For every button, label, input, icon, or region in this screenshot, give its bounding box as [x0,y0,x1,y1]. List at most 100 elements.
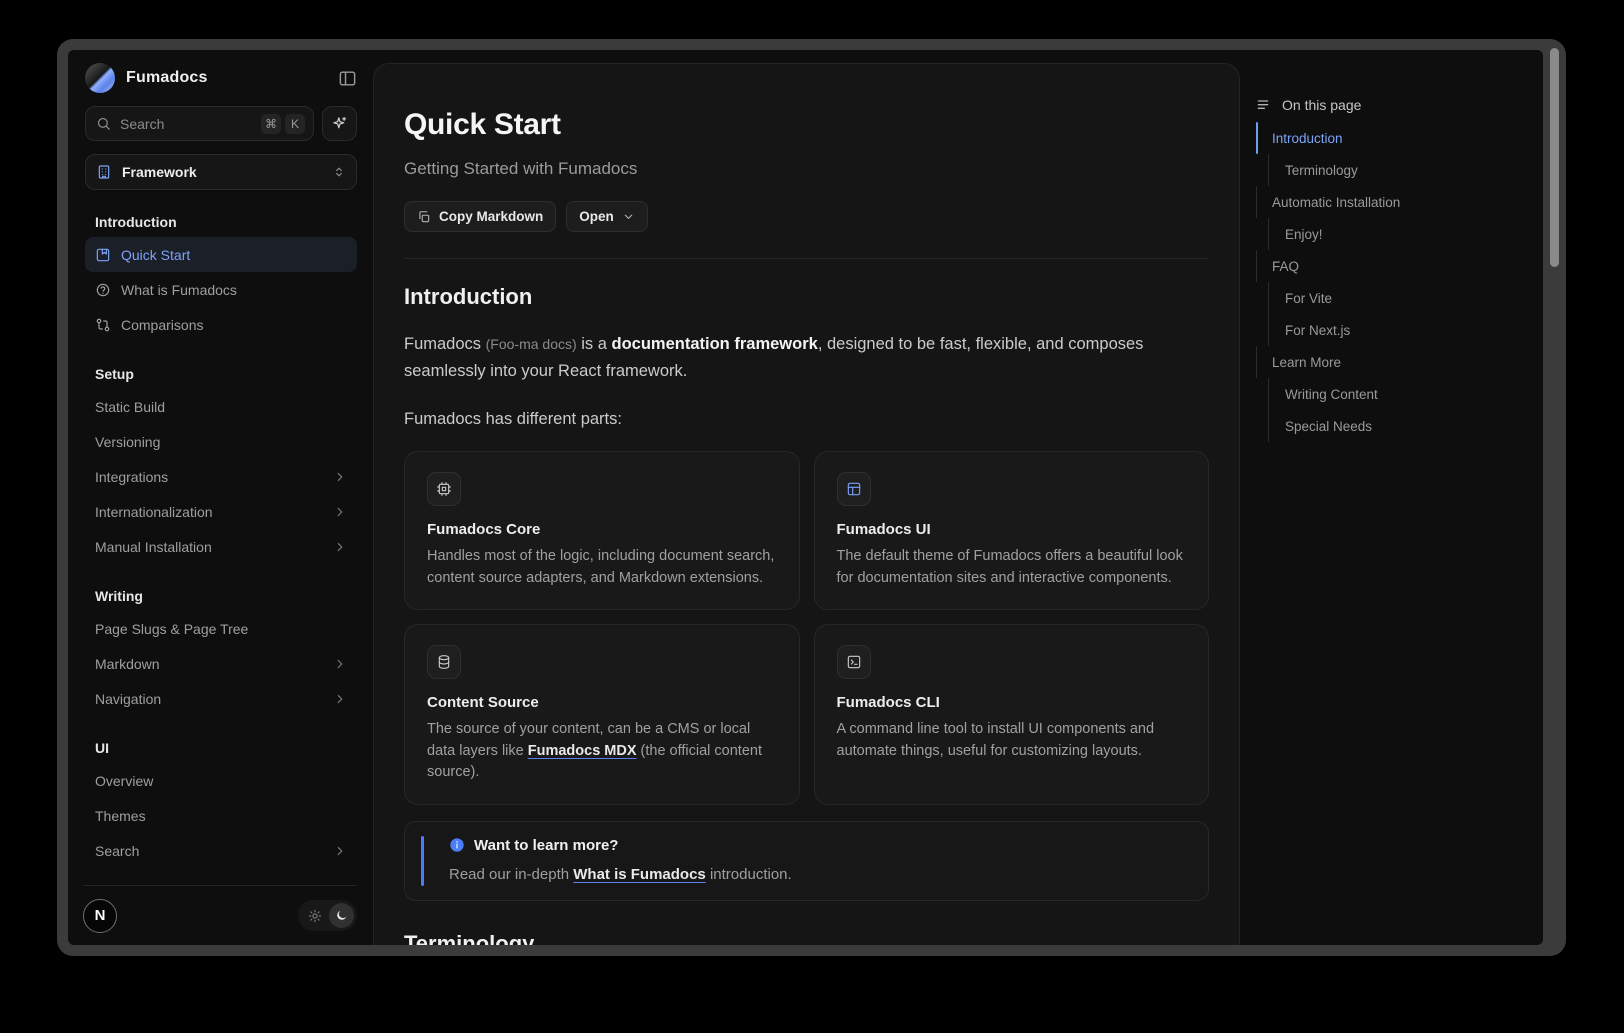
sidebar-item-label: Static Build [95,399,165,415]
pronunciation-hint: (Foo-ma docs) [486,336,577,352]
fumadocs-mdx-link[interactable]: Fumadocs MDX [528,743,637,759]
toc-item-for-nextjs[interactable]: For Next.js [1256,314,1436,346]
sidebar-item-label: Comparisons [121,317,203,333]
framework-select[interactable]: Framework [85,154,357,190]
heading-terminology: Terminology [404,931,1209,946]
sidebar-item-label: Navigation [95,691,161,707]
layout-panels-icon [837,472,871,506]
sidebar-item-static-build[interactable]: Static Build [85,389,357,424]
article-panel: Quick Start Getting Started with Fumadoc… [373,63,1240,945]
toc-list: Introduction Terminology Automatic Insta… [1256,122,1436,442]
card-description: Handles most of the logic, including doc… [427,546,777,589]
sidebar-item-integrations[interactable]: Integrations [85,459,357,494]
sidebar-item-label: Themes [95,808,146,824]
album-icon [95,247,111,263]
toc-item-terminology[interactable]: Terminology [1256,154,1436,186]
chevron-down-icon [622,210,635,223]
sidebar-item-themes[interactable]: Themes [85,798,357,833]
toc-item-label: Writing Content [1285,387,1378,402]
chevron-right-icon [333,844,347,858]
toc-item-introduction[interactable]: Introduction [1256,122,1436,154]
sidebar-item-page-slugs[interactable]: Page Slugs & Page Tree [85,611,357,646]
text-fragment: introduction. [706,866,792,883]
sidebar-item-markdown[interactable]: Markdown [85,646,357,681]
sidebar-item-what-is-fumadocs[interactable]: What is Fumadocs [85,272,357,307]
moon-icon[interactable] [329,903,354,928]
intro-paragraph: Fumadocs (Foo-ma docs) is a documentatio… [404,331,1209,385]
sun-icon[interactable] [308,909,322,923]
toc-item-label: Special Needs [1285,419,1372,434]
toc-item-label: For Next.js [1285,323,1350,338]
card-title: Fumadocs Core [427,521,777,538]
circle-question-icon [95,282,111,298]
toc-item-automatic-installation[interactable]: Automatic Installation [1256,186,1436,218]
brand-name: Fumadocs [126,69,208,87]
info-callout: Want to learn more? Read our in-depth Wh… [404,821,1209,901]
sidebar-item-label: Overview [95,773,153,789]
toc-item-learn-more[interactable]: Learn More [1256,346,1436,378]
what-is-fumadocs-link[interactable]: What is Fumadocs [573,866,706,883]
toc-item-label: Terminology [1285,163,1358,178]
sidebar-item-label: Internationalization [95,504,213,520]
chevron-right-icon [333,657,347,671]
table-of-contents: On this page Introduction Terminology Au… [1256,90,1436,442]
bold-text: documentation framework [612,335,818,353]
sidebar-item-internationalization[interactable]: Internationalization [85,494,357,529]
sidebar-item-label: What is Fumadocs [121,282,237,298]
nav-section-ui: UI [85,733,357,763]
browser-viewport: Fumadocs Search ⌘ K [68,50,1543,945]
sidebar: Fumadocs Search ⌘ K [68,50,372,945]
card-fumadocs-cli[interactable]: Fumadocs CLI A command line tool to inst… [814,624,1210,805]
sidebar-item-search[interactable]: Search [85,833,357,868]
toc-item-label: Learn More [1272,355,1341,370]
toc-item-enjoy[interactable]: Enjoy! [1256,218,1436,250]
copy-markdown-button[interactable]: Copy Markdown [404,201,556,232]
open-button[interactable]: Open [566,201,648,232]
search-row: Search ⌘ K [85,106,357,141]
nav-section-writing: Writing [85,581,357,611]
card-fumadocs-ui[interactable]: Fumadocs UI The default theme of Fumadoc… [814,451,1210,610]
ai-assistant-button[interactable] [322,106,357,141]
copy-markdown-label: Copy Markdown [439,209,543,224]
card-content-source[interactable]: Content Source The source of your conten… [404,624,800,805]
building-icon [96,164,112,180]
toc-item-faq[interactable]: FAQ [1256,250,1436,282]
sidebar-collapse-button[interactable] [338,69,357,88]
page-title: Quick Start [404,108,1209,142]
panel-left-icon [338,69,357,88]
heading-introduction: Introduction [404,284,1209,310]
card-title: Fumadocs CLI [837,694,1187,711]
copy-icon [417,210,431,224]
sidebar-item-overview[interactable]: Overview [85,763,357,798]
page-subtitle: Getting Started with Fumadocs [404,159,1209,179]
card-title: Fumadocs UI [837,521,1187,538]
chevron-right-icon [333,692,347,706]
theme-toggle[interactable] [298,900,357,931]
text-fragment: is a [577,335,612,353]
sidebar-item-manual-installation[interactable]: Manual Installation [85,529,357,564]
kbd-cmd: ⌘ [261,114,281,134]
info-icon [449,837,465,853]
toc-item-writing-content[interactable]: Writing Content [1256,378,1436,410]
database-icon [427,645,461,679]
toc-item-for-vite[interactable]: For Vite [1256,282,1436,314]
card-title: Content Source [427,694,777,711]
toc-item-special-needs[interactable]: Special Needs [1256,410,1436,442]
page-actions: Copy Markdown Open [404,201,1209,232]
search-input[interactable]: Search ⌘ K [85,106,314,141]
cpu-icon [427,472,461,506]
card-description: The default theme of Fumadocs offers a b… [837,546,1187,589]
card-fumadocs-core[interactable]: Fumadocs Core Handles most of the logic,… [404,451,800,610]
sidebar-footer: N [83,885,357,945]
text-fragment: Fumadocs [404,335,486,353]
scrollbar-thumb[interactable] [1550,48,1559,267]
text-lines-icon [1256,97,1272,113]
chevron-right-icon [333,540,347,554]
sidebar-item-quick-start[interactable]: Quick Start [85,237,357,272]
sidebar-item-label: Integrations [95,469,168,485]
sidebar-item-comparisons[interactable]: Comparisons [85,307,357,342]
sidebar-item-versioning[interactable]: Versioning [85,424,357,459]
sidebar-item-navigation[interactable]: Navigation [85,681,357,716]
nextjs-logo[interactable]: N [83,899,117,933]
search-icon [96,116,111,131]
